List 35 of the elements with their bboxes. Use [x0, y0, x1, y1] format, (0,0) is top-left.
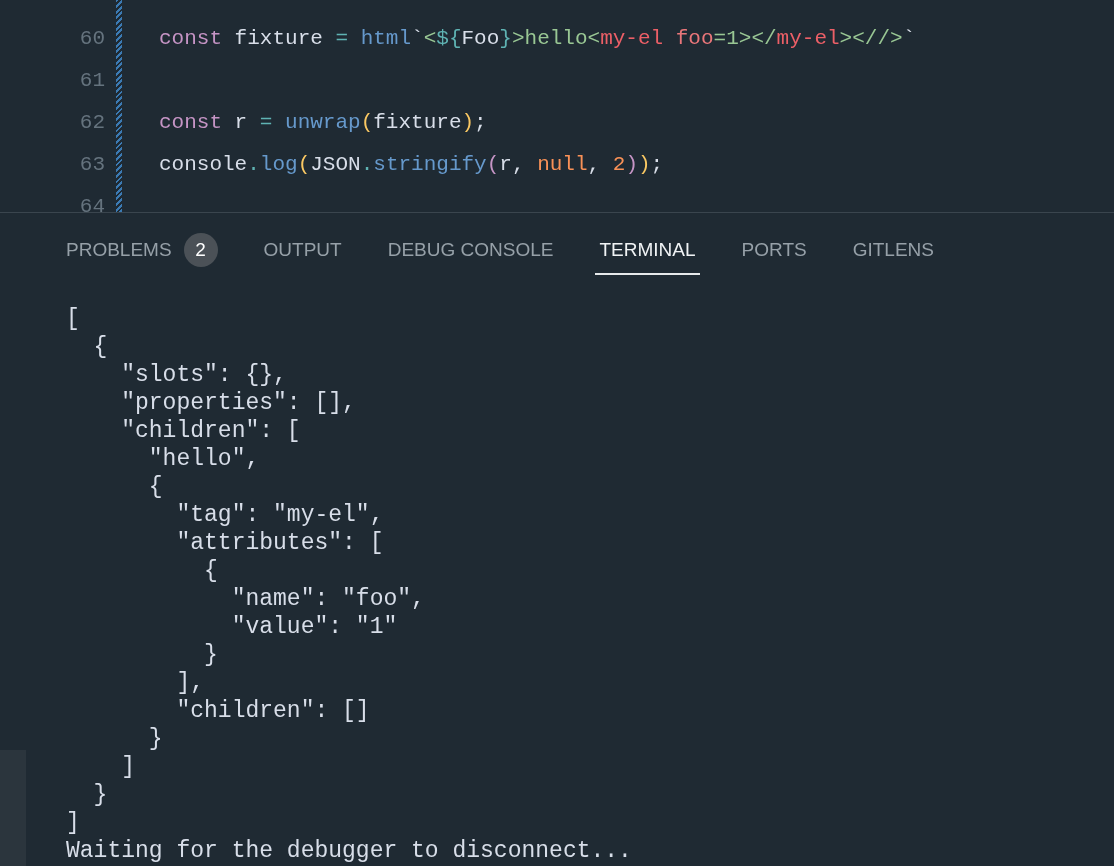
terminal-line: Waiting for the debugger to disconnect... — [66, 837, 633, 865]
terminal-line: "slots": {}, — [120, 361, 288, 389]
terminal-line: "name": "foo", — [230, 585, 426, 613]
terminal-line: "value": "1" — [230, 613, 399, 641]
count-badge: 2 — [183, 233, 218, 267]
line-number: 64 — [78, 194, 105, 212]
terminal-line: "children": [ — [120, 417, 302, 445]
line-number: 63 — [78, 152, 105, 176]
panel-tab[interactable]: DEBUG CONSOLE — [383, 227, 558, 275]
terminal-line: } — [92, 781, 109, 809]
terminal-line: ], — [175, 669, 206, 697]
panel-tab[interactable]: PORTS — [737, 227, 811, 275]
terminal-line: ] — [120, 753, 136, 781]
terminal-line: "hello", — [147, 445, 261, 473]
terminal-line: "tag": "my-el", — [175, 501, 385, 529]
terminal-line: "attributes": [ — [175, 529, 385, 557]
terminal-line: } — [203, 641, 219, 669]
code-line: console.log(JSON.stringify(r, null, 2)); — [159, 152, 664, 176]
line-number: 61 — [78, 68, 105, 92]
panel-tab[interactable]: GITLENS — [848, 227, 938, 275]
terminal-line: [ — [66, 305, 81, 333]
code-line: const r = unwrap(fixture); — [159, 110, 487, 134]
line-number: 62 — [78, 110, 105, 134]
panel-tab[interactable]: TERMINAL — [595, 227, 700, 275]
line-number: 60 — [78, 26, 105, 50]
terminal-line: ] — [66, 809, 81, 837]
code-line: const fixture = html`<${Foo}>hello<my-el foo=1></my-el><//>` — [159, 26, 916, 50]
terminal-line: { — [147, 473, 164, 501]
terminal-line: "children": [] — [175, 697, 371, 725]
panel-tab[interactable]: PROBLEMS 2 — [62, 227, 222, 275]
terminal-line: "properties": [], — [120, 389, 357, 417]
terminal-line: } — [147, 725, 164, 753]
terminal-line: { — [203, 557, 219, 585]
terminal-line: { — [92, 333, 109, 361]
panel-tab[interactable]: OUTPUT — [259, 227, 346, 275]
